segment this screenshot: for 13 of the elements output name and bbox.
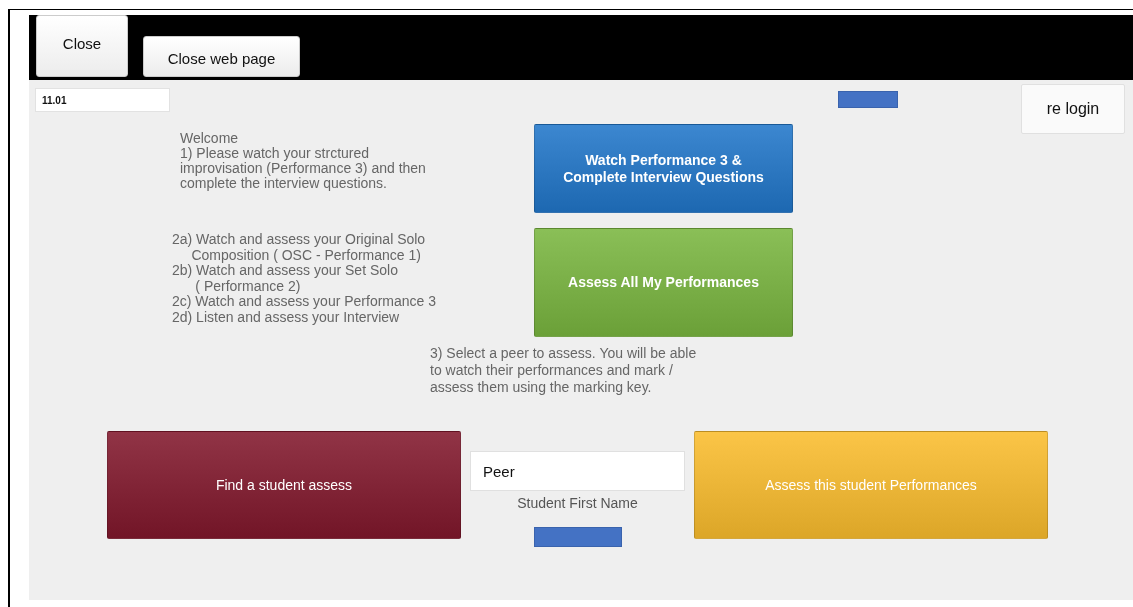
- close-page-button[interactable]: Close web page: [143, 36, 300, 77]
- find-student-button[interactable]: Find a student assess: [107, 431, 461, 539]
- field-label: Student First Name: [517, 495, 638, 511]
- blank-button[interactable]: [533, 527, 622, 547]
- action-button[interactable]: Watch Performance 3 & Complete Interview Questions: [534, 124, 793, 213]
- close-button[interactable]: Close: [36, 15, 128, 77]
- peer-instructions: 3) Select a peer to assess. You will be able to watch their performances and mark / assess them using the marking key.: [429, 344, 698, 396]
- re-login-button[interactable]: re login: [1021, 84, 1125, 134]
- blank-button[interactable]: [838, 91, 898, 108]
- instructions: Welcome 1) Please watch your strctured improvisation (Performance 3) and then complete the interview questions.: [179, 129, 427, 193]
- time-field[interactable]: 11.01: [35, 88, 170, 112]
- instructions: 2a) Watch and assess your Original Solo Composition ( OSC - Performance 1) 2b) Watch and assess your Set Solo ( Performance 2) 2c) Watch and assess your Performance 3 2d) Listen and assess your Interview: [171, 230, 438, 327]
- peer-name-field[interactable]: Peer: [470, 451, 685, 491]
